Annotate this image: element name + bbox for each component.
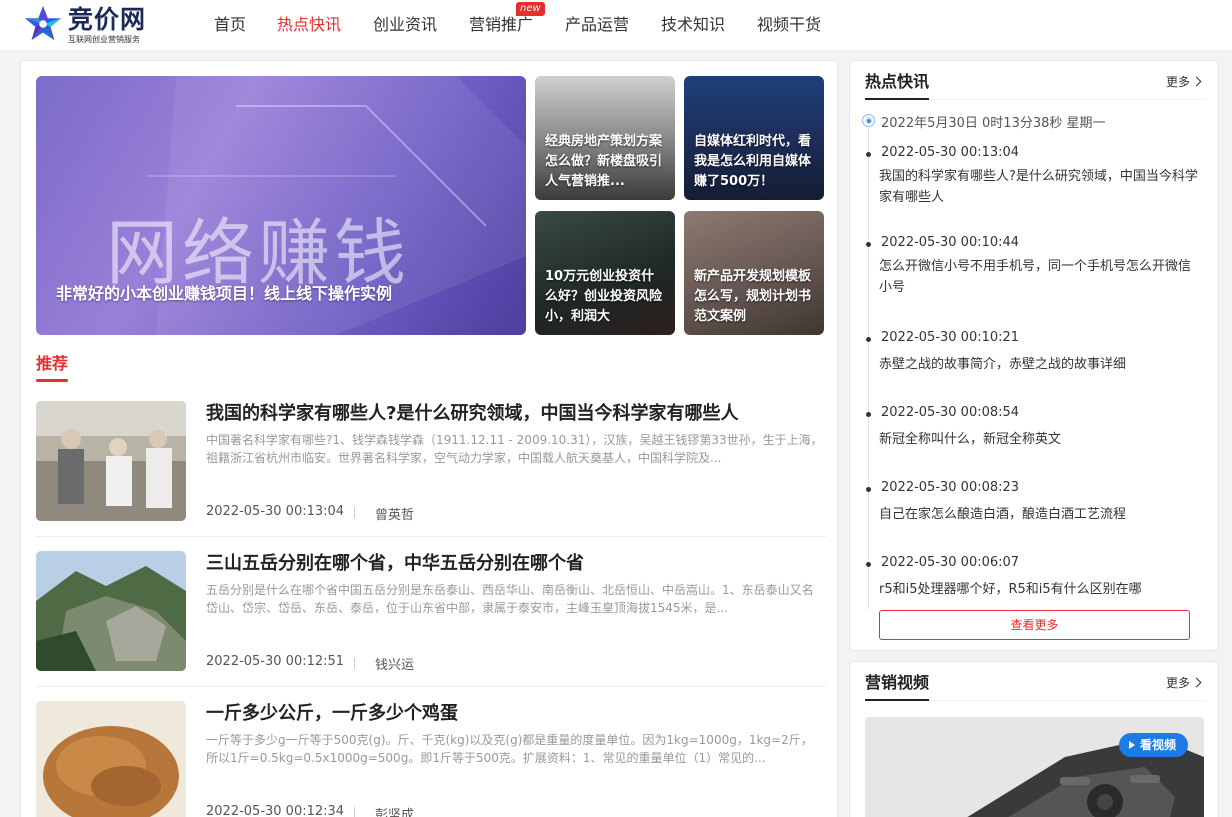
more-label: 更多 [1165,676,1190,690]
timeline-dot-icon [866,242,871,247]
article-title[interactable]: 三山五岳分别在哪个省，中华五岳分别在哪个省 [206,551,584,577]
recommend-heading: 推荐 [36,354,69,373]
see-more-button[interactable]: 查看更多 [879,610,1190,640]
hot-news-more-link[interactable]: 更多 [1165,73,1202,90]
hero-thumb-caption: 10万元创业投资什么好？创业投资风险小，利润大 [545,269,663,324]
article-summary: 中国著名科学家有哪些?1、钱学森钱学森（1911.12.11 - 2009.10… [206,433,823,465]
watch-video-button[interactable]: 看视频 [1118,733,1188,757]
nav-item-startup-news[interactable]: 创业资讯 [373,14,437,36]
hot-news-heading: 热点快讯 [865,72,930,91]
timeline-headline[interactable]: r5和i5处理器哪个好，R5和i5有什么区别在哪 [879,579,1199,600]
nav-item-home[interactable]: 首页 [214,14,246,36]
article-date: 2022-05-30 00:12:51 [206,654,345,669]
timeline-dot-icon [866,487,871,492]
timeline-headline[interactable]: 自己在家怎么酿造白酒，酿造白酒工艺流程 [879,504,1199,525]
article-title[interactable]: 我国的科学家有哪些人?是什么研究领域，中国当今科学家有哪些人 [206,401,738,427]
marketing-video-more-link[interactable]: 更多 [1165,674,1202,691]
article-author: 钱兴运 [375,658,415,673]
article-thumbnail[interactable] [36,401,186,521]
timeline-headline[interactable]: 怎么开微信小号不用手机号，同一个手机号怎么开微信小号 [879,256,1199,298]
hero-thumb-card[interactable]: 10万元创业投资什么好？创业投资风险小，利润大 [535,211,675,335]
brand-name: 竞价网 [68,5,147,34]
marketing-video-heading: 营销视频 [865,673,930,692]
hero-thumb-caption: 新产品开发规划模板怎么写，规划计划书范文案例 [694,269,812,324]
nav-item-hot-news[interactable]: 热点快讯 [277,14,341,36]
timeline-headline[interactable]: 新冠全称叫什么，新冠全称英文 [879,429,1199,450]
article-item[interactable]: 一斤多少公斤，一斤多少个鸡蛋 一斤等于多少g一斤等于500克(g)。斤、千克(k… [36,701,826,817]
chevron-right-icon [1191,677,1202,688]
timeline-headline[interactable]: 我国的科学家有哪些人?是什么研究领域，中国当今科学家有哪些人 [879,166,1199,208]
chevron-right-icon [1191,76,1202,87]
meta-separator [354,657,355,669]
article-date: 2022-05-30 00:13:04 [206,504,345,519]
watch-video-label: 看视频 [1139,738,1176,752]
article-thumbnail[interactable] [36,701,186,817]
timeline-dot-icon [866,152,871,157]
timeline-time: 2022-05-30 00:06:07 [881,555,1020,570]
article-divider [36,536,826,537]
more-label: 更多 [1165,75,1190,89]
site-logo[interactable]: 竞价网 互联网创业营销服务 [24,4,164,46]
current-time-dot-icon [863,115,874,126]
hero-thumb-card[interactable]: 自媒体红利时代，看我是怎么利用自媒体赚了500万！ [684,76,824,200]
timeline-dot-icon [866,562,871,567]
article-author: 彭坚成 [375,808,415,817]
heading-underline [865,98,929,100]
nav-item-operations[interactable]: 产品运营 [565,14,629,36]
timeline-item[interactable]: 2022-05-30 00:10:44 怎么开微信小号不用手机号，同一个手机号怎… [850,235,1220,310]
article-photo [36,551,186,671]
timeline-item[interactable]: 2022-05-30 00:08:54 新冠全称叫什么，新冠全称英文 [850,405,1220,480]
nav-item-tech[interactable]: 技术知识 [661,14,725,36]
marketing-video-panel: 营销视频 更多 看视频 [849,661,1219,817]
recommend-underline [36,379,68,382]
timeline-item[interactable]: 2022-05-30 00:13:04 我国的科学家有哪些人?是什么研究领域，中… [850,145,1220,220]
timeline-time: 2022-05-30 00:13:04 [881,145,1020,160]
timeline-time: 2022-05-30 00:10:44 [881,235,1020,250]
current-datetime: 2022年5月30日 0时13分38秒 星期一 [881,116,1106,131]
main-content: 网络赚钱 非常好的小本创业赚钱项目！线上线下操作实例 经典房地产策划方案怎么做？… [20,60,838,817]
article-thumbnail[interactable] [36,551,186,671]
nav-item-marketing[interactable]: 营销推广 [469,14,533,36]
hero-main-card[interactable]: 网络赚钱 非常好的小本创业赚钱项目！线上线下操作实例 [36,76,526,335]
hero-thumb-caption: 自媒体红利时代，看我是怎么利用自媒体赚了500万！ [694,134,812,189]
article-author: 曾英哲 [375,508,415,523]
article-date: 2022-05-30 00:12:34 [206,804,345,817]
timeline-item[interactable]: 2022-05-30 00:06:07 r5和i5处理器哪个好，R5和i5有什么… [850,555,1220,605]
timeline-time: 2022-05-30 00:08:23 [881,480,1020,495]
logo-star-icon [24,5,62,41]
article-photo [36,701,186,817]
hot-news-panel: 热点快讯 更多 2022年5月30日 0时13分38秒 星期一 2022-05-… [849,60,1219,651]
heading-underline [865,699,929,701]
timeline-dot-icon [866,412,871,417]
video-thumbnail[interactable]: 看视频 [865,717,1204,817]
timeline-time: 2022-05-30 00:10:21 [881,330,1020,345]
article-item[interactable]: 我国的科学家有哪些人?是什么研究领域，中国当今科学家有哪些人 中国著名科学家有哪… [36,401,826,537]
meta-separator [354,807,355,817]
timeline-time: 2022-05-30 00:08:54 [881,405,1020,420]
hero-thumb-card[interactable]: 经典房地产策划方案怎么做？新楼盘吸引人气营销推... [535,76,675,200]
timeline-dot-icon [866,337,871,342]
timeline-item[interactable]: 2022-05-30 00:08:23 自己在家怎么酿造白酒，酿造白酒工艺流程 [850,480,1220,555]
article-summary: 一斤等于多少g一斤等于500克(g)。斤、千克(kg)以及克(g)都是重量的度量… [206,733,813,765]
article-photo [36,401,186,521]
hero-thumb-card[interactable]: 新产品开发规划模板怎么写，规划计划书范文案例 [684,211,824,335]
hero-thumb-caption: 经典房地产策划方案怎么做？新楼盘吸引人气营销推... [545,134,663,189]
timeline-headline[interactable]: 赤壁之战的故事简介，赤壁之战的故事详细 [879,354,1199,375]
article-summary: 五岳分别是什么在哪个省中国五岳分别是东岳泰山、西岳华山、南岳衡山、北岳恒山、中岳… [206,583,814,615]
nav-item-video[interactable]: 视频干货 [757,14,821,36]
top-header: 竞价网 互联网创业营销服务 首页 热点快讯 创业资讯 营销推广 产品运营 技术知… [0,0,1232,50]
hero-main-caption: 非常好的小本创业赚钱项目！线上线下操作实例 [56,284,393,303]
play-icon [1128,741,1135,749]
timeline-item[interactable]: 2022-05-30 00:10:21 赤壁之战的故事简介，赤壁之战的故事详细 [850,330,1220,405]
meta-separator [354,507,355,519]
article-divider [36,686,826,687]
article-item[interactable]: 三山五岳分别在哪个省，中华五岳分别在哪个省 五岳分别是什么在哪个省中国五岳分别是… [36,551,826,687]
video-photo [865,717,1204,817]
brand-tagline: 互联网创业营销服务 [68,35,140,44]
article-title[interactable]: 一斤多少公斤，一斤多少个鸡蛋 [206,701,458,727]
new-badge: new [516,2,545,16]
